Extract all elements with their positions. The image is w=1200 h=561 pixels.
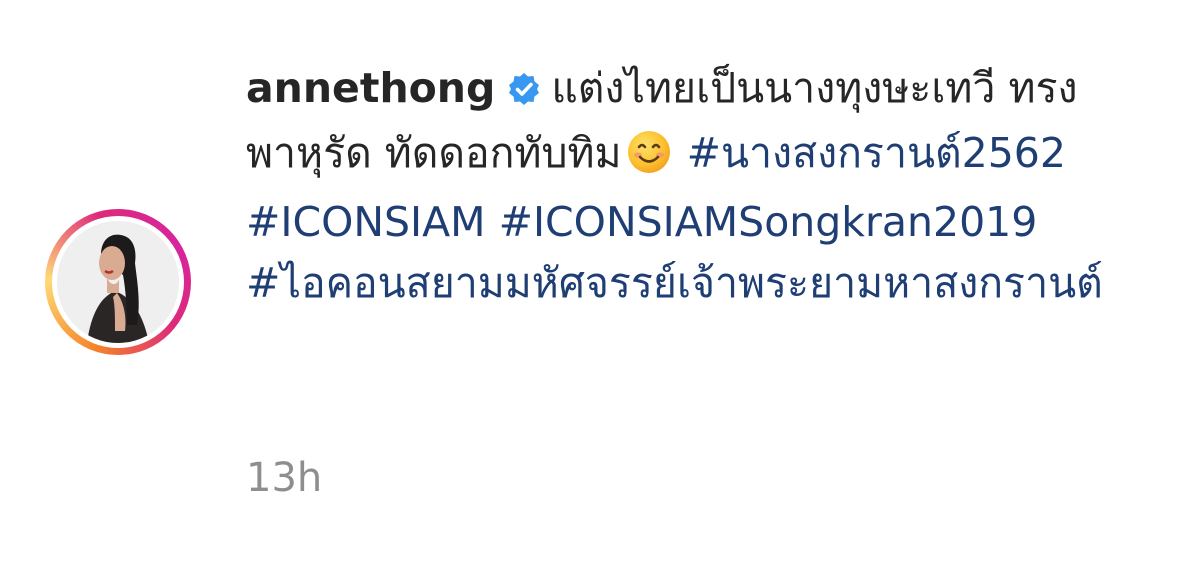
avatar[interactable] — [57, 221, 179, 343]
caption-text: แต่งไทยเป็นนางทุงษะเทวี — [551, 64, 996, 112]
username-link[interactable]: annethong — [246, 64, 495, 112]
avatar-story-ring[interactable] — [45, 209, 191, 355]
hashtag-link[interactable]: #ICONSIAMSongkran2019 — [499, 198, 1038, 246]
hashtag-link[interactable]: #นางสงกรานต์2562 — [687, 129, 1066, 177]
hashtag-link[interactable]: #ICONSIAM — [246, 198, 486, 246]
smiling-face-emoji-icon — [626, 129, 672, 192]
comment-post: annethong แต่งไทยเป็นนางทุงษะเทวี ทรงพาหุ… — [0, 0, 1200, 561]
verified-badge-icon — [507, 62, 541, 123]
caption: annethong แต่งไทยเป็นนางทุงษะเทวี ทรงพาหุ… — [246, 58, 1146, 314]
avatar-gap — [52, 216, 184, 348]
timestamp[interactable]: 13h — [246, 452, 322, 504]
avatar-photo — [57, 221, 179, 343]
hashtag-link[interactable]: #ไอคอนสยามมหัศจรรย์เจ้าพระยามหาสงกรานต์ — [246, 259, 1103, 307]
